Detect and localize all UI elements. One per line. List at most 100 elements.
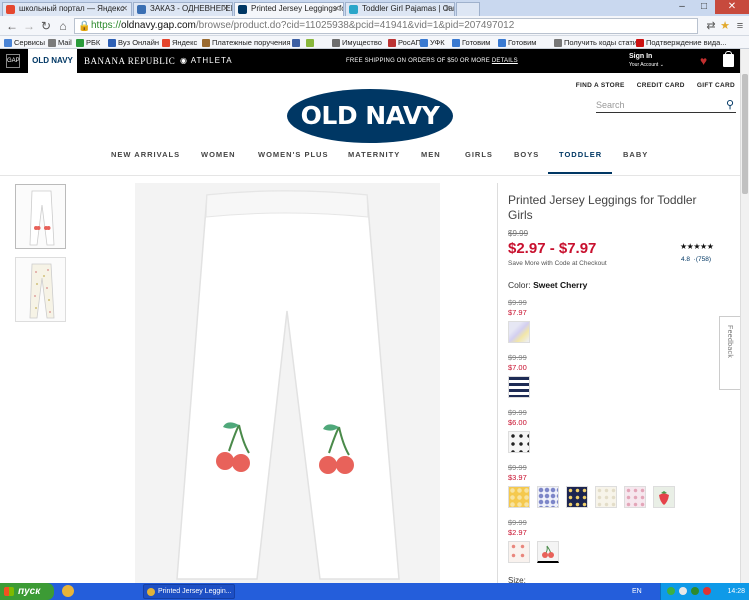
category-baby[interactable]: BABY — [623, 150, 648, 160]
yandex-favicon-icon — [6, 5, 15, 14]
bookmark-item[interactable]: Яндекс — [162, 37, 197, 48]
oldnavy-brand-tab[interactable]: OLD NAVY — [28, 49, 77, 73]
category-women[interactable]: WOMEN — [201, 150, 236, 160]
bookmark-item[interactable]: Подтверждение вида... — [636, 37, 727, 48]
product-info-panel: Printed Jersey Leggings for Toddler Girl… — [497, 183, 723, 585]
strawberry-icon — [659, 491, 669, 505]
bookmark-item[interactable]: Mail — [48, 37, 72, 48]
taskbar-window-item[interactable]: Printed Jersey Leggin... — [143, 584, 235, 599]
gift-card-link[interactable]: GIFT CARD — [697, 82, 735, 89]
bookmark-item[interactable]: Готовим — [498, 37, 536, 48]
bookmark-star-icon[interactable]: ★ — [718, 19, 732, 33]
bookmark-item[interactable]: Платежные поручения — [202, 37, 291, 48]
close-tab-icon[interactable]: ✕ — [222, 3, 229, 15]
volume-icon[interactable] — [679, 587, 687, 595]
scrollbar-thumb[interactable] — [742, 74, 748, 194]
banana-republic-link[interactable]: BANANA REPUBLIC — [84, 49, 175, 73]
swatch-navy-print[interactable] — [566, 486, 588, 508]
bookmark-favicon-icon — [162, 39, 170, 47]
shipping-details-link[interactable]: DETAILS — [492, 58, 518, 64]
swatch-cream-print[interactable] — [595, 486, 617, 508]
swatch-lavender-floral[interactable] — [537, 486, 559, 508]
utility-links: FIND A STORE CREDIT CARD GIFT CARD — [566, 82, 735, 89]
search-icon[interactable]: ⚲ — [726, 97, 734, 113]
browser-tab-4[interactable]: Toddler Girl Pajamas | Carter ✕ — [345, 2, 455, 16]
bookmark-favicon-icon — [332, 39, 340, 47]
swatch-black-dot[interactable] — [508, 431, 530, 453]
forward-arrow-icon[interactable]: → — [21, 18, 37, 34]
bookmark-item[interactable]: Вуз Онлайн — [108, 37, 159, 48]
browser-tab-2[interactable]: ЗАКАЗ - ОДНЕВНЕГЕП СП✕ — [133, 2, 233, 16]
search-input[interactable]: Search ⚲ — [596, 97, 736, 113]
oldnavy-logo[interactable]: OLD NAVY — [287, 89, 453, 143]
close-tab-icon[interactable]: ✕ — [121, 3, 128, 15]
language-indicator[interactable]: EN — [632, 583, 642, 600]
new-tab-button[interactable] — [456, 2, 480, 16]
credit-card-link[interactable]: CREDIT CARD — [637, 82, 685, 89]
close-tab-icon[interactable]: ✕ — [333, 3, 340, 15]
category-maternity[interactable]: MATERNITY — [348, 150, 400, 160]
rating-stars-icon[interactable]: ★★★★★ — [680, 242, 714, 251]
swatch-navy-stripe[interactable] — [508, 376, 530, 398]
swatch-strawberry[interactable] — [653, 486, 675, 508]
address-bar[interactable]: 🔒 https://oldnavy.gap.com/browse/product.… — [74, 18, 698, 34]
sign-in-menu[interactable]: Sign In Your Account ⌄ — [629, 53, 664, 69]
bookmark-item[interactable]: Имущество — [332, 37, 382, 48]
category-men[interactable]: MEN — [421, 150, 441, 160]
swatch-pink-print[interactable] — [624, 486, 646, 508]
bookmark-item[interactable]: РБК — [76, 37, 100, 48]
bookmarks-bar: Сервисы Mail РБК Вуз Онлайн Яндекс Платежные … — [0, 36, 749, 49]
swatch-peach-print[interactable] — [508, 541, 530, 563]
price-group-5: $9.99 $2.97 — [508, 518, 527, 537]
swatch-sweet-cherry-selected[interactable] — [537, 541, 559, 563]
product-thumbnail-2[interactable] — [15, 257, 66, 322]
product-thumbnail-1[interactable] — [15, 184, 66, 249]
bookmark-item[interactable]: УФК — [420, 37, 445, 48]
shipping-banner: FREE SHIPPING ON ORDERS OF $50 OR MORE D… — [346, 58, 518, 64]
category-boys[interactable]: BOYS — [514, 150, 539, 160]
browser-tab-3-active[interactable]: Printed Jersey Leggings for T✕ — [234, 2, 344, 16]
favorites-heart-icon[interactable]: ♥ — [700, 54, 707, 68]
chrome-icon — [147, 588, 155, 596]
feedback-tab[interactable]: Feedback — [719, 316, 741, 390]
translate-icon[interactable]: ⇄ — [704, 19, 718, 33]
bookmark-item[interactable]: Сервисы — [4, 37, 45, 48]
back-arrow-icon[interactable]: ← — [4, 18, 20, 34]
gap-logo[interactable]: GAP — [6, 54, 20, 68]
category-women-s-plus[interactable]: WOMEN'S PLUS — [258, 150, 328, 160]
network-icon[interactable] — [667, 587, 675, 595]
bookmark-favicon-icon — [554, 39, 562, 47]
minimize-icon[interactable]: – — [671, 0, 693, 14]
close-tab-icon[interactable]: ✕ — [444, 3, 451, 15]
category-toddler[interactable]: TODDLER — [559, 150, 602, 160]
bookmark-favicon-icon — [76, 39, 84, 47]
chrome-quicklaunch-icon[interactable] — [62, 585, 74, 597]
active-category-underline — [548, 172, 612, 174]
antivirus-icon[interactable] — [691, 587, 699, 595]
carters-favicon-icon — [349, 5, 358, 14]
shopping-bag-icon[interactable] — [723, 51, 734, 67]
update-icon[interactable] — [703, 587, 711, 595]
home-icon[interactable]: ⌂ — [55, 18, 71, 34]
page-scrollbar[interactable] — [740, 49, 749, 583]
swatch-pastel-floral[interactable] — [508, 321, 530, 343]
category-new-arrivals[interactable]: NEW ARRIVALS — [111, 150, 180, 160]
start-button[interactable]: пуск — [0, 583, 54, 600]
maximize-icon[interactable]: □ — [693, 0, 715, 14]
close-window-icon[interactable]: ✕ — [715, 0, 749, 14]
review-count-link[interactable]: (758) — [696, 256, 711, 263]
reload-icon[interactable]: ↻ — [38, 18, 54, 34]
bookmark-item[interactable]: Получить коды статис — [554, 37, 641, 48]
bookmark-item[interactable]: Готовим — [452, 37, 490, 48]
athleta-circle-icon: ◉ — [180, 56, 191, 65]
swatch-yellow[interactable] — [508, 486, 530, 508]
find-store-link[interactable]: FIND A STORE — [576, 82, 625, 89]
product-title: Printed Jersey Leggings for Toddler Girl… — [508, 193, 697, 222]
browser-tab-1[interactable]: школьный портал — Яндекс ✕ — [2, 2, 132, 16]
athleta-link[interactable]: ◉ ATHLETA — [180, 49, 233, 73]
category-girls[interactable]: GIRLS — [465, 150, 493, 160]
product-main-image[interactable] — [135, 183, 440, 583]
rating-summary[interactable]: 4.8 ·(758) — [681, 256, 711, 263]
leggings-main-image — [176, 190, 400, 580]
menu-icon[interactable]: ≡ — [733, 19, 747, 33]
